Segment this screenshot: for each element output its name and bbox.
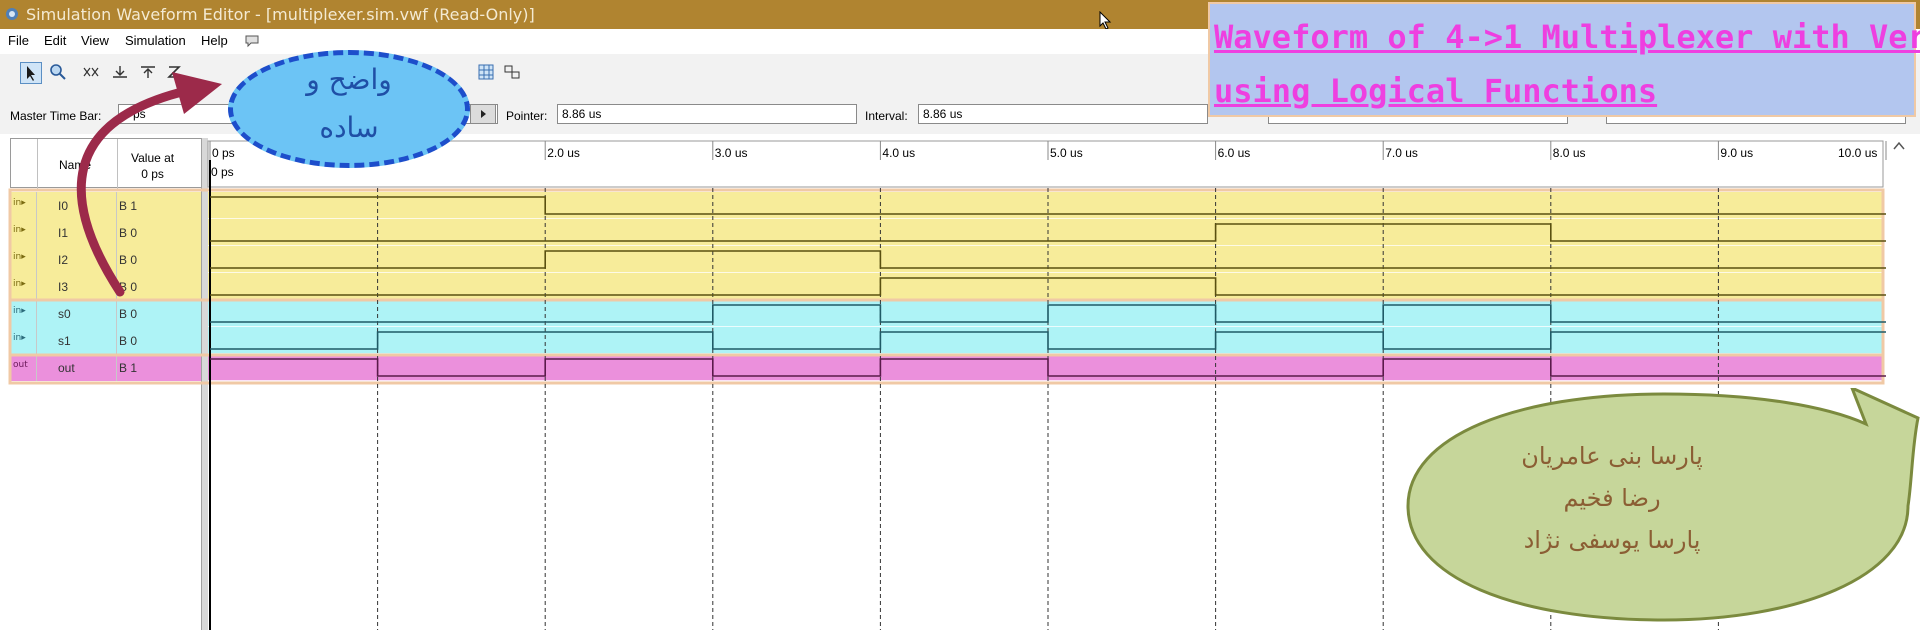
overlay-title-box: Waveform of 4->1 Multiplexer with Verilo… bbox=[1208, 2, 1920, 117]
signal-value: B 0 bbox=[119, 334, 138, 348]
pointer-field: 8.86 us bbox=[557, 104, 857, 124]
grid-icon bbox=[478, 64, 494, 80]
waveform-trace-s0 bbox=[210, 304, 1886, 323]
column-divider bbox=[36, 327, 37, 354]
group-icon bbox=[504, 65, 520, 79]
waveform-trace-i3 bbox=[210, 277, 1886, 296]
ruler-tick-label: 3.0 us bbox=[715, 146, 748, 160]
overlay-title-line-2: using Logical Functions bbox=[1214, 72, 1658, 110]
waveform-row-band bbox=[208, 192, 1883, 219]
play-arrow-icon bbox=[481, 110, 486, 118]
waveform-row-band bbox=[208, 273, 1883, 300]
authors-text: پارسا بنی عامریان رضا فخیم پارسا یوسفی ن… bbox=[1432, 435, 1792, 561]
time-ruler bbox=[207, 140, 1884, 188]
input-pin-icon: in▸ bbox=[13, 333, 26, 343]
waveform-row-band bbox=[208, 219, 1883, 246]
scroll-up-icon[interactable] bbox=[1892, 140, 1906, 152]
waveform-trace-out bbox=[210, 358, 1886, 377]
output-pin-icon: out bbox=[13, 360, 28, 370]
ruler-tick-label: 4.0 us bbox=[882, 146, 915, 160]
waveform-trace-i1 bbox=[210, 223, 1886, 242]
waveform-row-band bbox=[208, 327, 1883, 354]
ruler-tick-label: 2.0 us bbox=[547, 146, 580, 160]
signal-row-out[interactable]: out out B 1 bbox=[10, 354, 203, 381]
column-divider bbox=[116, 327, 117, 354]
signal-value: B 1 bbox=[119, 361, 138, 375]
ruler-tick-label: 8.0 us bbox=[1553, 146, 1586, 160]
highlight-bubble: واضح و ساده bbox=[228, 50, 470, 168]
waveform-row-band bbox=[208, 354, 1883, 381]
ruler-tick-label: 10.0 us bbox=[1838, 146, 1877, 160]
column-divider bbox=[36, 354, 37, 381]
waveform-trace-s1 bbox=[210, 331, 1886, 350]
author-name: رضا فخیم bbox=[1563, 484, 1661, 512]
next-transition-button[interactable] bbox=[470, 104, 496, 124]
signal-name: s1 bbox=[58, 334, 71, 348]
pointer-label: Pointer: bbox=[506, 109, 548, 123]
interval-label: Interval: bbox=[865, 109, 908, 123]
column-divider bbox=[116, 354, 117, 381]
signal-name: out bbox=[58, 361, 75, 375]
interval-field: 8.86 us bbox=[918, 104, 1208, 124]
ruler-tick-label: 5.0 us bbox=[1050, 146, 1083, 160]
author-name: پارسا بنی عامریان bbox=[1521, 442, 1703, 470]
curved-arrow-icon bbox=[76, 72, 222, 297]
waveform-row-band bbox=[208, 246, 1883, 273]
signal-row-s1[interactable]: in▸ s1 B 0 bbox=[10, 327, 203, 354]
author-name: پارسا یوسفی نژاد bbox=[1523, 526, 1701, 554]
mouse-cursor-icon bbox=[1099, 11, 1112, 30]
bubble-line-2: ساده bbox=[319, 111, 379, 144]
waveform-trace-i2 bbox=[210, 250, 1886, 269]
ruler-tick-label: 9.0 us bbox=[1720, 146, 1753, 160]
waveform-row-band bbox=[208, 300, 1883, 327]
ruler-tick-label: 6.0 us bbox=[1218, 146, 1251, 160]
group-button[interactable] bbox=[502, 62, 524, 84]
ruler-tick-label: 7.0 us bbox=[1385, 146, 1418, 160]
bubble-line-1: واضح و bbox=[306, 63, 392, 96]
overlay-title-line-1: Waveform of 4->1 Multiplexer with Verilo… bbox=[1214, 18, 1920, 56]
waveform-trace-i0 bbox=[210, 196, 1886, 215]
output-group-border bbox=[8, 353, 1885, 385]
grid-snap-button[interactable] bbox=[476, 62, 498, 84]
